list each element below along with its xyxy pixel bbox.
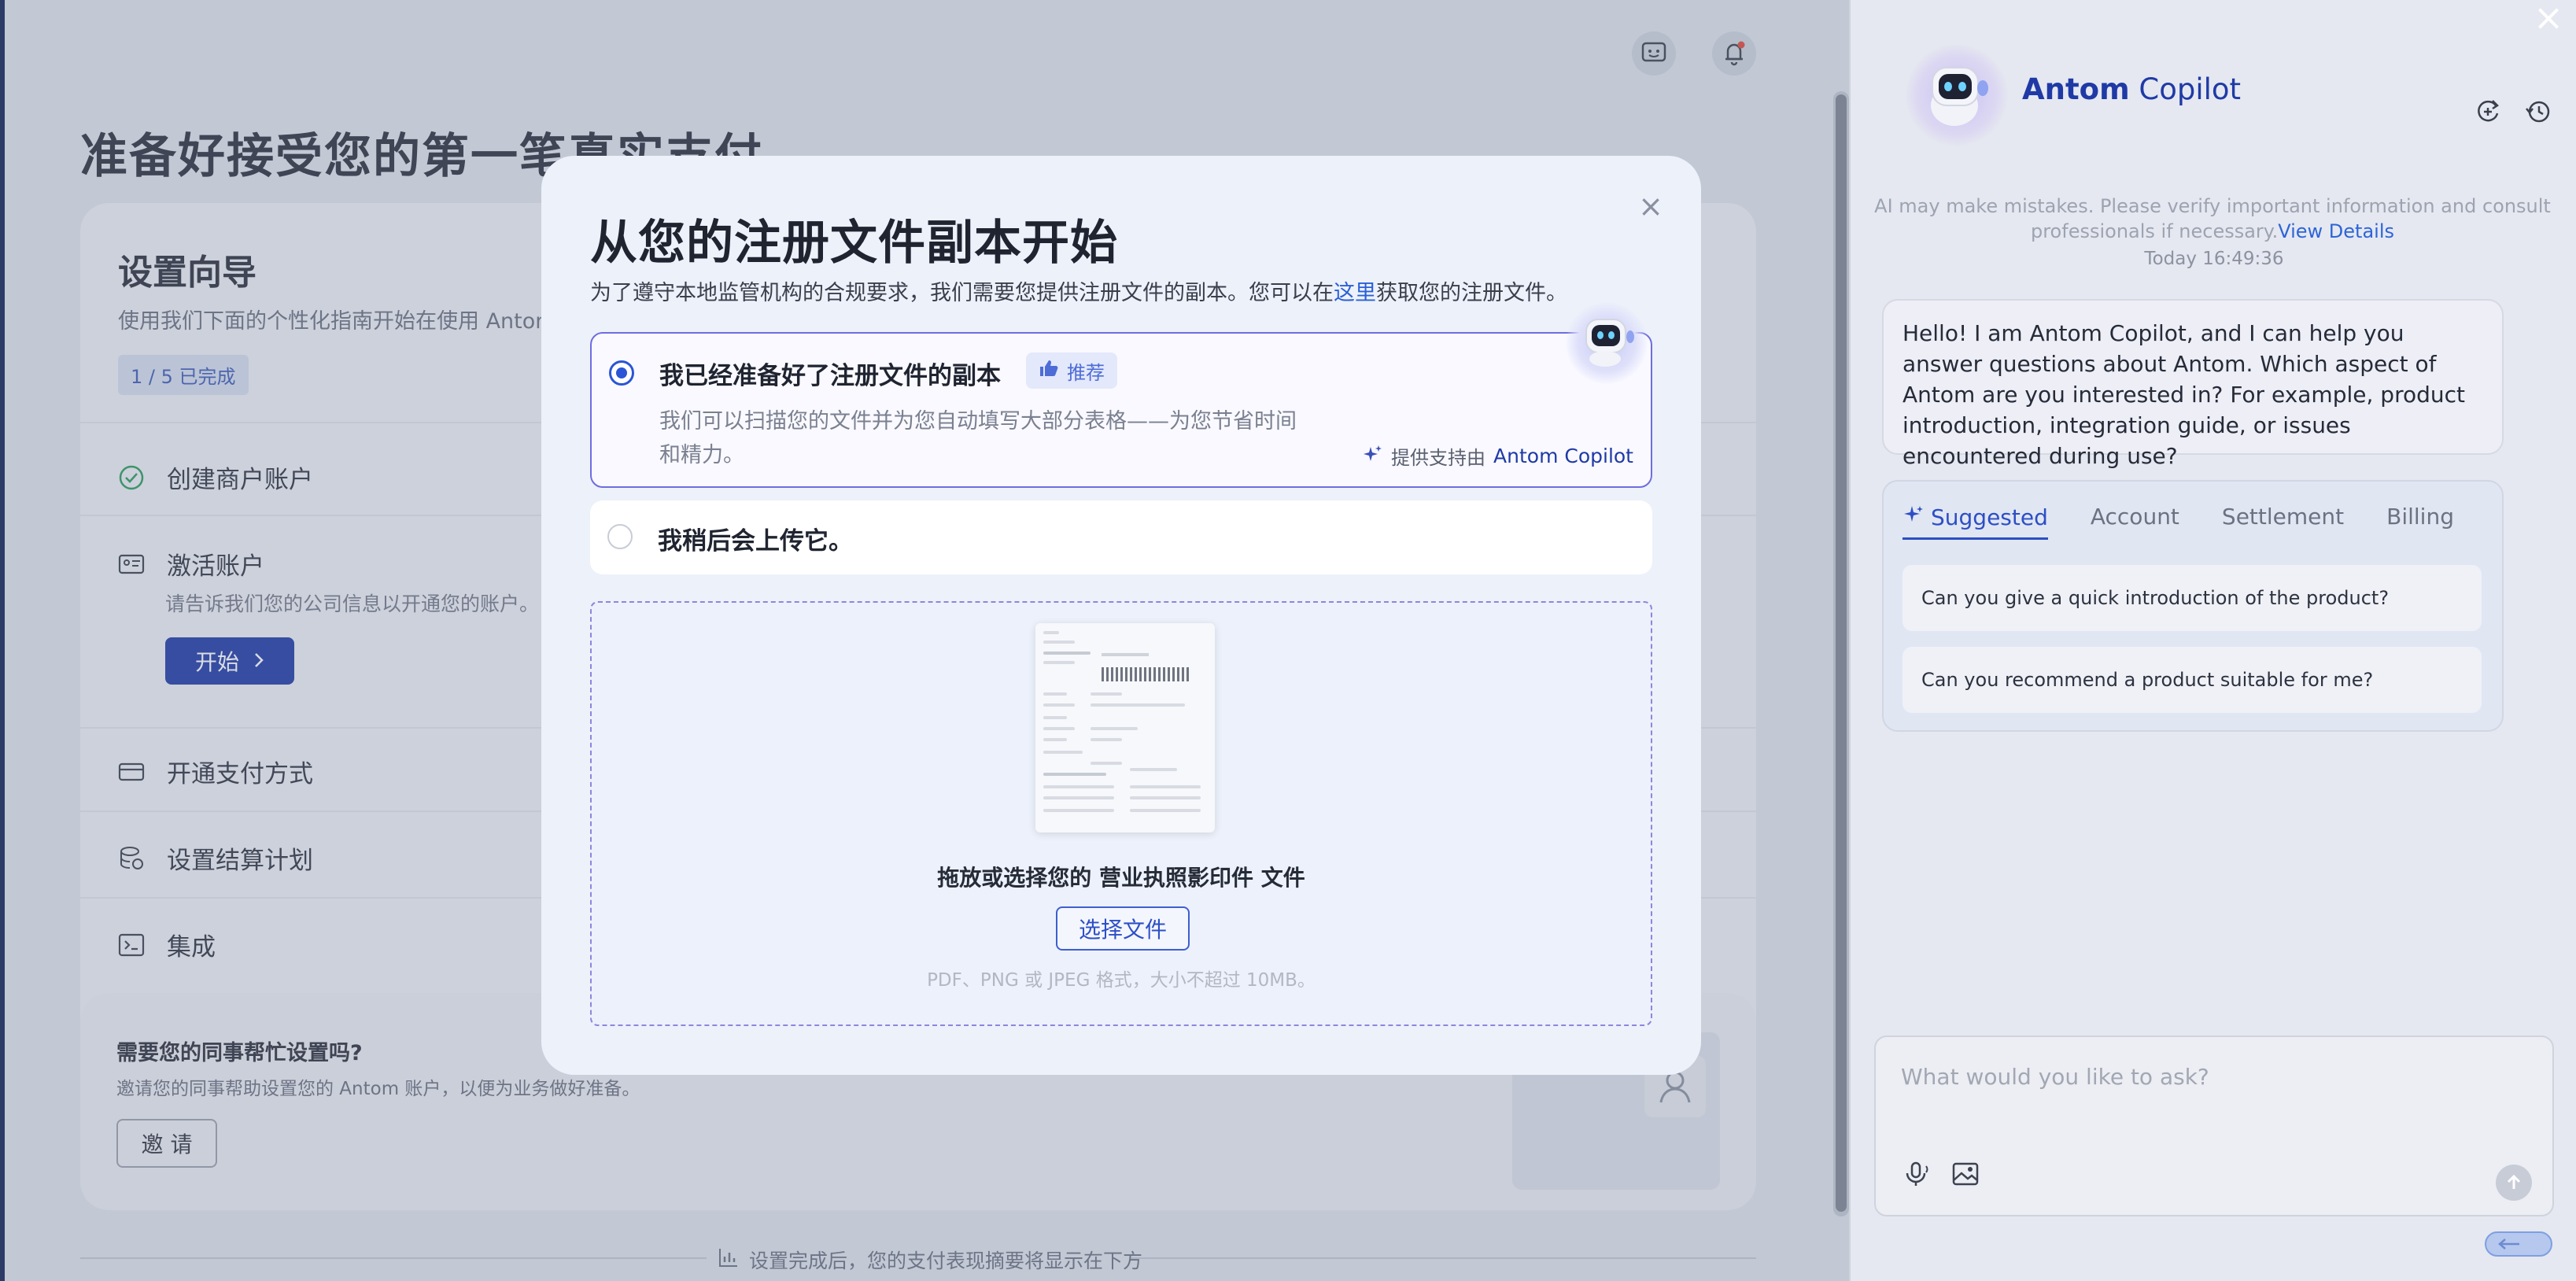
ai-disclaimer: AI may make mistakes. Please verify impo… [1874, 194, 2551, 244]
chat-input-box[interactable]: What would you like to ask? [1874, 1036, 2554, 1216]
copilot-panel: × Antom Copilot AI may make mistakes. Pl… [1849, 0, 2576, 1281]
modal-title: 从您的注册文件副本开始 [590, 216, 1118, 271]
recommend-label: 推荐 [1067, 361, 1105, 384]
option-later-label: 我稍后会上传它。 [658, 527, 853, 556]
subtitle-text: 为了遵守本地监管机构的合规要求，我们需要您提供注册文件的副本。您可以在 [590, 281, 1334, 305]
option-ready[interactable]: 我已经准备好了注册文件的副本 推荐 我们可以扫描您的文件并为您自动填写大部分表格… [590, 302, 1652, 488]
sparkle-icon [1902, 504, 1925, 531]
tab-account[interactable]: Account [2091, 504, 2179, 540]
new-chat-icon[interactable] [2472, 96, 2504, 127]
subtitle-text: 获取您的注册文件。 [1376, 281, 1567, 305]
suggestion-tabs: Suggested Account Settlement Billing [1902, 504, 2454, 540]
radio-ready[interactable] [609, 360, 634, 386]
option-later[interactable]: 我稍后会上传它。 [590, 500, 1652, 574]
collapse-panel-button[interactable] [2485, 1231, 2552, 1257]
radio-later[interactable] [607, 524, 633, 549]
history-icon[interactable] [2522, 96, 2554, 127]
tab-billing[interactable]: Billing [2386, 504, 2454, 540]
copilot-robot-avatar [1906, 44, 2008, 146]
file-dropzone[interactable]: 拖放或选择您的 营业执照影印件 文件 选择文件 PDF、PNG 或 JPEG 格… [590, 601, 1652, 1026]
tab-settlement[interactable]: Settlement [2222, 504, 2344, 540]
tab-label: Suggested [1931, 504, 2048, 530]
chat-input-placeholder: What would you like to ask? [1901, 1064, 2209, 1090]
tab-suggested[interactable]: Suggested [1902, 504, 2048, 540]
thumbs-up-icon [1039, 359, 1059, 382]
suggested-question[interactable]: Can you recommend a product suitable for… [1902, 647, 2482, 713]
voice-input-icon[interactable] [1899, 1157, 1934, 1191]
powered-by-text: 提供支持由 [1391, 447, 1486, 469]
copilot-name-rest: Copilot [2129, 72, 2242, 106]
option-ready-label: 我已经准备好了注册文件的副本 [659, 362, 1001, 390]
document-preview-icon [1035, 623, 1215, 832]
powered-by: 提供支持由 Antom Copilot [1363, 442, 1633, 470]
sparkle-icon [1363, 444, 1383, 469]
copilot-name-bold: Antom [2022, 72, 2130, 106]
upload-document-modal: × 从您的注册文件副本开始 为了遵守本地监管机构的合规要求，我们需要您提供注册文… [541, 156, 1701, 1075]
recommend-badge: 推荐 [1026, 353, 1117, 389]
suggestions-box: Suggested Account Settlement Billing Can… [1882, 480, 2504, 732]
image-upload-icon[interactable] [1948, 1157, 1983, 1191]
chat-timestamp: Today 16:49:36 [2144, 249, 2284, 269]
copilot-name: Antom Copilot [2022, 72, 2241, 106]
disclaimer-text: AI may make mistakes. Please verify impo… [1874, 195, 2551, 242]
close-icon[interactable]: × [1635, 190, 1666, 222]
copilot-greeting-message: Hello! I am Antom Copilot, and I can hel… [1882, 299, 2504, 469]
dropzone-instructions: 拖放或选择您的 营业执照影印件 文件 [937, 865, 1305, 891]
option-ready-description: 我们可以扫描您的文件并为您自动填写大部分表格——为您节省时间和精力。 [659, 409, 1297, 467]
file-format-hint: PDF、PNG 或 JPEG 格式，大小不超过 10MB。 [927, 970, 1316, 991]
here-link[interactable]: 这里 [1334, 281, 1376, 305]
modal-subtitle: 为了遵守本地监管机构的合规要求，我们需要您提供注册文件的副本。您可以在这里获取您… [590, 275, 1567, 306]
powered-by-brand: Antom Copilot [1493, 445, 1633, 467]
choose-file-button[interactable]: 选择文件 [1056, 906, 1190, 951]
view-details-link[interactable]: View Details [2278, 220, 2394, 242]
copilot-robot-icon [1566, 302, 1648, 384]
send-button[interactable] [2496, 1165, 2532, 1201]
close-icon[interactable]: × [2529, 0, 2568, 39]
suggested-question[interactable]: Can you give a quick introduction of the… [1902, 565, 2482, 631]
arrow-left-icon [2498, 1239, 2519, 1250]
